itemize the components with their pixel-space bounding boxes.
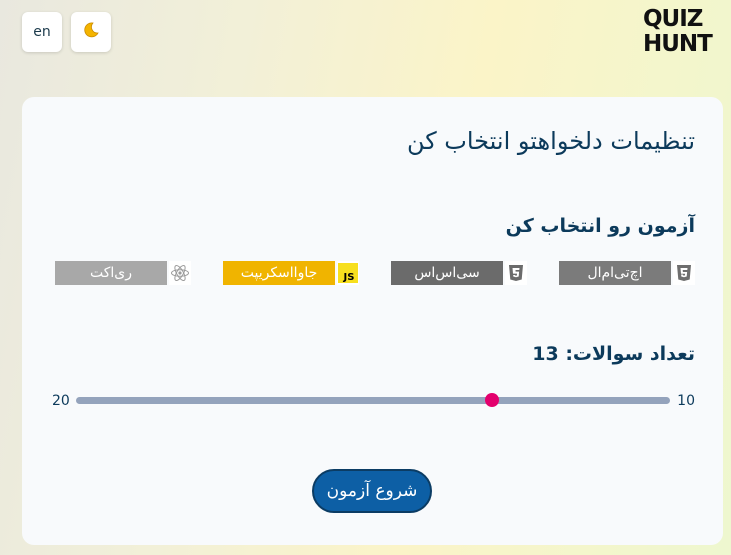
language-toggle-button[interactable]: en [22, 12, 62, 52]
quiz-option-react[interactable]: ری‌اکت [55, 261, 191, 285]
theme-toggle-button[interactable] [71, 12, 111, 52]
quiz-option-css[interactable]: سی‌اس‌اس [391, 261, 527, 285]
settings-card: تنظیمات دلخواهتو انتخاب کن آزمون رو انتخ… [22, 97, 723, 545]
quiz-option-label: اچ‌تی‌ام‌ال [559, 261, 671, 285]
quiz-option-label: سی‌اس‌اس [391, 261, 503, 285]
quiz-option-javascript[interactable]: JS جاوااسکریپت [223, 261, 359, 285]
range-min-label: 10 [677, 393, 695, 409]
page-title: تنظیمات دلخواهتو انتخاب کن [406, 127, 695, 155]
range-max-label: 20 [52, 393, 70, 409]
quizhunt-logo: QUIZ HUNT [643, 8, 723, 58]
quiz-option-html[interactable]: اچ‌تی‌ام‌ال [559, 261, 695, 285]
html5-icon [673, 261, 695, 285]
question-count-label: تعداد سوالات: 13 [532, 343, 695, 365]
quiz-option-label: جاوااسکریپت [223, 261, 335, 285]
start-quiz-button[interactable]: شروع آزمون [312, 469, 432, 513]
language-label: en [33, 24, 51, 40]
svg-text:JS: JS [343, 272, 355, 283]
question-count-slider[interactable] [76, 393, 670, 407]
logo-line-1: QUIZ [643, 6, 703, 32]
moon-icon [83, 22, 99, 42]
logo-line-2: HUNT [643, 31, 713, 57]
react-icon [169, 261, 191, 285]
css3-icon [505, 261, 527, 285]
quiz-select-heading: آزمون رو انتخاب کن [505, 215, 695, 237]
quiz-option-label: ری‌اکت [55, 261, 167, 285]
slider-thumb[interactable] [484, 393, 499, 407]
javascript-icon: JS [337, 261, 359, 285]
